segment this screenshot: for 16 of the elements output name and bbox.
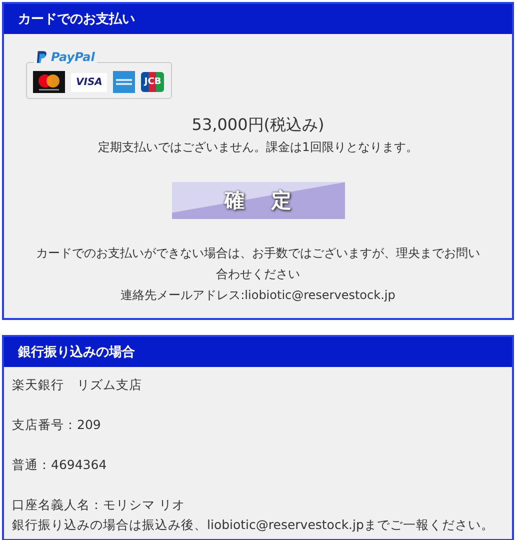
price-text: 53,000円(税込み) bbox=[192, 115, 324, 136]
mastercard-icon bbox=[33, 71, 65, 93]
bank-info-text: 普通：4694364 bbox=[12, 456, 107, 474]
bank-info-text: 銀行振り込みの場合は振込み後、liobiotic@reservestock.jpまでご一報ください。 bbox=[12, 516, 494, 534]
confirm-button[interactable]: 確 定 bbox=[172, 182, 344, 219]
bank-info-text: 楽天銀行 リズム支店 bbox=[12, 376, 142, 394]
payment-note: 定期支払いではございません。課金は1回限りとなります。 bbox=[98, 139, 418, 156]
bank-info-text: 口座名義人名：モリシマ リオ bbox=[12, 496, 185, 514]
panel-title: カードでのお支払い bbox=[18, 11, 135, 28]
paypal-label: PayPal bbox=[51, 50, 95, 64]
paypal-p-icon bbox=[36, 50, 47, 64]
panel-title: 銀行振り込みの場合 bbox=[18, 344, 135, 361]
bank-info-text: 支店番号：209 bbox=[12, 416, 101, 434]
visa-logo: VISA bbox=[71, 72, 108, 92]
contact-email-text: 連絡先メールアドレス:liobiotic@reservestock.jp bbox=[120, 287, 396, 304]
help-text: カードでのお支払いができない場合は、お手数ではございますが、理央までお問い合わせください bbox=[35, 245, 481, 283]
